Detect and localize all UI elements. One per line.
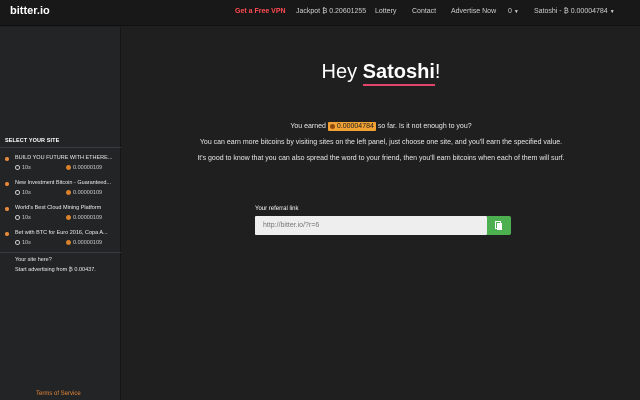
notification-count: 0 bbox=[508, 8, 512, 15]
copy-icon bbox=[495, 221, 502, 230]
earned-amount-badge: 0.00004784 bbox=[327, 122, 376, 131]
site-name: Bet with BTC for Euro 2016, Copa A... bbox=[15, 230, 108, 236]
referral-info-text: It's good to know that you can also spre… bbox=[197, 155, 565, 162]
clock-icon bbox=[15, 240, 20, 245]
site-duration: 10s bbox=[15, 215, 31, 221]
copy-button[interactable] bbox=[487, 216, 511, 235]
bullet-icon bbox=[5, 207, 9, 211]
site-reward: 0.00000109 bbox=[66, 165, 102, 171]
user-balance: Satoshi - ₿ 0.00004784 bbox=[534, 8, 608, 15]
site-duration: 10s bbox=[15, 240, 31, 246]
site-duration: 10s bbox=[15, 190, 31, 196]
bitcoin-icon bbox=[66, 215, 71, 220]
username: Satoshi bbox=[362, 61, 435, 86]
bitcoin-icon bbox=[329, 124, 335, 129]
referral-link-input[interactable]: http://bitter.io/?r=6 bbox=[255, 216, 487, 235]
nav-notification-count[interactable]: 0 ▼ bbox=[508, 8, 519, 15]
site-duration: 10s bbox=[15, 165, 31, 171]
top-navbar: bitter.io Get a Free VPN Jackpot ₿ 0.206… bbox=[0, 0, 640, 26]
nav-advertise-now[interactable]: Advertise Now bbox=[451, 8, 496, 15]
advertise-promo[interactable]: Your site here? Start advertising from ₿… bbox=[15, 255, 96, 275]
referral-label: Your referral link bbox=[255, 206, 299, 212]
site-item[interactable]: Bet with BTC for Euro 2016, Copa A... 10… bbox=[0, 229, 121, 254]
bullet-icon bbox=[5, 182, 9, 186]
greeting-heading: Hey Satoshi! bbox=[122, 61, 640, 86]
nav-user-menu[interactable]: Satoshi - ₿ 0.00004784 ▼ bbox=[534, 8, 615, 15]
site-reward: 0.00000109 bbox=[66, 215, 102, 221]
bitcoin-icon bbox=[66, 240, 71, 245]
clock-icon bbox=[15, 190, 20, 195]
nav-lottery[interactable]: Lottery bbox=[375, 8, 396, 15]
sidebar: SELECT YOUR SITE BUILD YOU FUTURE WITH E… bbox=[0, 27, 121, 400]
earned-message: You earned 0.00004784 so far. Is it not … bbox=[290, 122, 472, 131]
site-reward: 0.00000109 bbox=[66, 190, 102, 196]
site-name: BUILD YOU FUTURE WITH ETHERE... bbox=[15, 155, 113, 161]
terms-of-service-link[interactable]: Terms of Service bbox=[36, 391, 81, 397]
divider bbox=[0, 252, 121, 253]
brand-logo[interactable]: bitter.io bbox=[10, 5, 50, 17]
bitcoin-icon bbox=[66, 165, 71, 170]
site-item[interactable]: BUILD YOU FUTURE WITH ETHERE... 10s 0.00… bbox=[0, 154, 121, 179]
main-content: Hey Satoshi! You earned 0.00004784 so fa… bbox=[122, 27, 640, 400]
divider bbox=[0, 147, 121, 148]
instructions-text: You can earn more bitcoins by visiting s… bbox=[199, 139, 563, 146]
nav-jackpot[interactable]: Jackpot ₿ 0.20601255 bbox=[296, 8, 366, 15]
site-item[interactable]: New Investment Bitcoin - Guaranteed... 1… bbox=[0, 179, 121, 204]
nav-contact[interactable]: Contact bbox=[412, 8, 436, 15]
chevron-down-icon: ▼ bbox=[609, 9, 615, 15]
nav-get-free-vpn[interactable]: Get a Free VPN bbox=[235, 8, 286, 15]
start-advertising-text: Start advertising from ₿ 0.00437. bbox=[15, 267, 96, 273]
site-reward: 0.00000109 bbox=[66, 240, 102, 246]
clock-icon bbox=[15, 215, 20, 220]
chevron-down-icon: ▼ bbox=[513, 9, 519, 15]
your-site-heading: Your site here? bbox=[15, 257, 52, 263]
site-name: World's Best Cloud Mining Platform bbox=[15, 205, 102, 211]
site-name: New Investment Bitcoin - Guaranteed... bbox=[15, 180, 111, 186]
bitcoin-icon bbox=[66, 190, 71, 195]
bullet-icon bbox=[5, 232, 9, 236]
sidebar-title: SELECT YOUR SITE bbox=[5, 138, 60, 144]
bullet-icon bbox=[5, 157, 9, 161]
site-item[interactable]: World's Best Cloud Mining Platform 10s 0… bbox=[0, 204, 121, 229]
clock-icon bbox=[15, 165, 20, 170]
